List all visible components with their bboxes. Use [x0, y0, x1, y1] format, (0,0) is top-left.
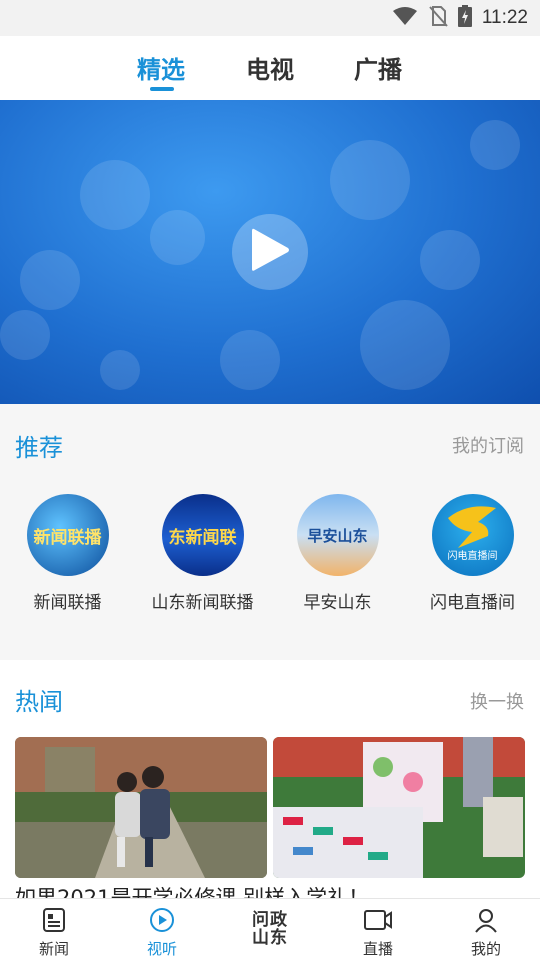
channel-logo: 新闻联播	[26, 494, 109, 576]
channel-logo: 早安山东	[296, 494, 379, 576]
video-camera-icon	[363, 907, 393, 937]
channel-logo: 闪电直播间	[431, 494, 514, 576]
tab-featured[interactable]: 精选	[137, 50, 185, 85]
status-icons: 11:22	[392, 5, 528, 31]
user-icon	[473, 907, 499, 937]
news-image-1[interactable]	[15, 737, 267, 878]
channel-shandian-zhibojian[interactable]: 闪电直播间 闪电直播间	[408, 494, 538, 613]
nav-label: 视听	[146, 940, 177, 958]
wifi-icon	[392, 6, 418, 30]
status-time: 11:22	[481, 7, 528, 28]
channel-xinwen-lianbo[interactable]: 新闻联播 新闻联播	[3, 494, 133, 613]
recommend-title: 推荐	[15, 434, 63, 462]
play-button[interactable]	[232, 214, 308, 290]
status-bar: 11:22	[0, 0, 540, 36]
recommend-section: 推荐 我的订阅 新闻联播 新闻联播 东新闻联 山东新闻联播 早安山东 早安山东	[0, 404, 540, 660]
bottom-nav: 新闻 视听 问政山东 直播 我的	[0, 898, 540, 960]
nav-news[interactable]: 新闻	[0, 899, 108, 960]
news-image-2[interactable]	[273, 737, 525, 878]
nav-audio-video[interactable]: 视听	[108, 899, 216, 960]
refresh-link[interactable]: 换一换	[470, 688, 524, 714]
tab-tv[interactable]: 电视	[246, 50, 294, 85]
channel-shandong-xinwen-lianbo[interactable]: 东新闻联 山东新闻联播	[138, 494, 268, 613]
no-sim-icon	[428, 5, 448, 31]
hot-news-title: 热闻	[15, 688, 63, 716]
channel-name: 早安山东	[303, 593, 372, 613]
hot-news-section: 热闻 换一换	[0, 660, 540, 910]
nav-label: 新闻	[38, 940, 69, 958]
battery-charging-icon	[457, 5, 472, 31]
play-icon	[250, 227, 290, 277]
channel-name: 新闻联播	[33, 593, 102, 613]
play-circle-icon	[149, 907, 175, 937]
nav-label: 直播	[362, 940, 393, 958]
channel-zaoan-shandong[interactable]: 早安山东 早安山东	[273, 494, 403, 613]
nav-profile[interactable]: 我的	[432, 899, 540, 960]
active-tab-indicator	[150, 87, 174, 91]
channel-name: 闪电直播间	[430, 593, 515, 613]
channel-logo: 东新闻联	[161, 494, 244, 576]
my-subscriptions-link[interactable]: 我的订阅	[452, 432, 524, 458]
tab-radio[interactable]: 广播	[354, 50, 402, 85]
channel-list: 新闻联播 新闻联播 东新闻联 山东新闻联播 早安山东 早安山东 闪电直播间 闪电…	[0, 494, 540, 613]
wenzheng-logo: 问政山东	[252, 910, 288, 948]
top-tab-bar: 精选 电视 广播	[0, 36, 540, 100]
news-icon	[41, 907, 67, 937]
nav-wenzheng-shandong[interactable]: 问政山东	[216, 899, 324, 960]
nav-live[interactable]: 直播	[324, 899, 432, 960]
channel-name: 山东新闻联播	[151, 593, 254, 613]
video-player[interactable]	[0, 100, 540, 404]
nav-label: 我的	[470, 940, 501, 958]
